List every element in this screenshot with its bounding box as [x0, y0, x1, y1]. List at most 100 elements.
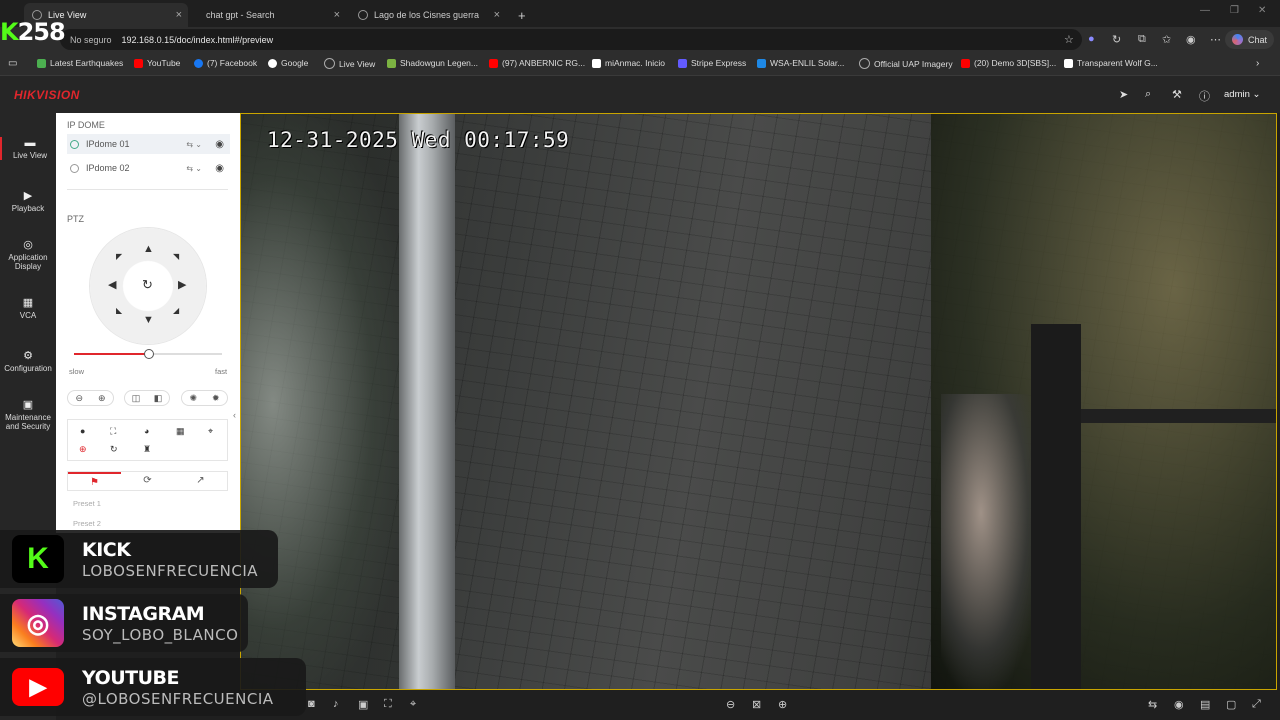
extension-icon[interactable]: ● [1088, 33, 1095, 45]
record-icon[interactable]: ◉ [215, 163, 224, 174]
tab-presets[interactable]: ⚑ [68, 472, 121, 490]
nav-vca[interactable]: ▦ VCA [0, 296, 56, 320]
profile-icon[interactable]: ◉ [1186, 33, 1196, 46]
favorites-icon[interactable]: ✩ [1162, 33, 1171, 46]
capture-all-icon[interactable]: ▤ [1200, 698, 1210, 711]
person-icon[interactable]: ♜ [143, 444, 151, 455]
chevron-down-icon: ⌄ [1252, 89, 1261, 100]
refresh-icon[interactable]: ↻ [1112, 33, 1121, 46]
bookmark-item[interactable]: Live View [324, 58, 375, 69]
preset-item[interactable]: Preset 1 [73, 499, 101, 508]
more-icon[interactable]: ⋯ [1210, 33, 1221, 46]
close-icon[interactable]: × [176, 9, 182, 21]
auto-rotate-icon[interactable]: ↻ [142, 277, 153, 293]
record-all-icon[interactable]: ◉ [1174, 698, 1184, 711]
focus-target-icon[interactable]: ⌖ [410, 698, 416, 711]
ptz-joystick[interactable]: ▲ ▼ ◀ ▶ ◤ ◥ ◣ ◢ ↻ [90, 228, 206, 344]
fullscreen-icon[interactable]: ⤢ [1252, 698, 1261, 711]
tools-icon[interactable]: ⚒ [1172, 88, 1182, 101]
nav-playback[interactable]: ▶ Playback [0, 189, 56, 213]
stream-menu-icon[interactable]: ⇆ ⌄ [186, 140, 202, 149]
bookmark-item[interactable]: (20) Demo 3D[SBS]... [961, 58, 1056, 68]
grid-icon[interactable]: ▦ [176, 426, 185, 437]
chevron-right-icon[interactable]: › [1256, 58, 1259, 69]
arrow-up-left-icon[interactable]: ◤ [116, 252, 122, 261]
refresh-icon[interactable]: ↻ [110, 444, 118, 455]
zoom-out-icon[interactable]: ⊖ [75, 393, 83, 404]
tab-pattern[interactable]: ↗ [174, 472, 227, 490]
bookmark-item[interactable]: YouTube [134, 58, 180, 68]
nav-application-display[interactable]: ◎ Application Display [0, 238, 56, 271]
previous-page-icon[interactable]: ⊖ [726, 698, 735, 711]
microphone-icon[interactable]: ♪ [333, 698, 339, 710]
speed-slider[interactable] [74, 349, 222, 359]
new-tab-button[interactable]: + [510, 3, 530, 27]
bookmark-item[interactable]: Transparent Wolf G... [1064, 58, 1158, 68]
arrow-left-icon[interactable]: ◀ [108, 278, 116, 291]
stream-menu-icon[interactable]: ⇆ ⌄ [186, 164, 202, 173]
iris-open-icon[interactable]: ✹ [212, 393, 220, 404]
bookmark-item[interactable]: Google [268, 58, 308, 68]
document-icon [1064, 58, 1073, 68]
star-icon[interactable]: ☆ [1064, 33, 1074, 46]
speed-knob[interactable] [144, 349, 154, 359]
minimize-icon[interactable]: — [1200, 5, 1210, 16]
search-icon[interactable]: ⌕ [1145, 88, 1151, 101]
record-video-icon[interactable]: ▣ [358, 698, 368, 711]
close-window-icon[interactable]: ✕ [1258, 5, 1266, 16]
camera-item[interactable]: IPdome 01 ⇆ ⌄ ◉ [67, 134, 230, 154]
preset-item[interactable]: Preset 2 [73, 519, 101, 528]
tab-lago[interactable]: Lago de los Cisnes guerra × [350, 3, 506, 27]
iris-close-icon[interactable]: ✺ [189, 393, 197, 404]
nav-maintenance[interactable]: ▣ Maintenance and Security [0, 398, 56, 431]
arrow-down-icon[interactable]: ▼ [143, 314, 154, 326]
arrow-down-right-icon[interactable]: ◢ [173, 306, 179, 315]
split-icon[interactable]: ⧉ [1138, 33, 1146, 46]
focus-frame-icon[interactable]: ⛶ [110, 426, 116, 437]
bookmark-label: WSA-ENLIL Solar... [770, 58, 845, 68]
close-icon[interactable]: × [334, 9, 340, 21]
arrow-right-icon[interactable]: ▶ [178, 278, 186, 291]
camera-label: IPdome 02 [86, 163, 130, 173]
restore-icon[interactable]: ❐ [1230, 5, 1239, 16]
bookmark-item[interactable]: Latest Earthquakes [37, 58, 123, 68]
sidebar-toggle-icon[interactable]: ▭ [8, 58, 17, 69]
next-page-icon[interactable]: ⊕ [778, 698, 787, 711]
bookmark-item[interactable]: WSA-ENLIL Solar... [757, 58, 844, 68]
user-menu[interactable]: admin ⌄ [1224, 89, 1260, 100]
live-video[interactable]: 12-31-2025 Wed 00:17:59 [240, 113, 1277, 690]
wiper-icon[interactable]: ◕ [144, 426, 149, 436]
tab-patrol[interactable]: ⟳ [121, 472, 174, 490]
bookmark-item[interactable]: miAnmac. Inicio [592, 58, 665, 68]
arrow-up-right-icon[interactable]: ◥ [173, 252, 179, 261]
digital-zoom-icon[interactable]: ⛶ [384, 698, 392, 711]
zoom-3d-icon[interactable]: ⊕ [79, 444, 87, 455]
capture-icon[interactable]: ◙ [308, 698, 315, 710]
tracking-icon[interactable]: ⌖ [208, 426, 213, 437]
bookmark-item[interactable]: Shadowgun Legen... [387, 58, 478, 68]
window-layout-icon[interactable]: ▢ [1226, 698, 1236, 711]
chat-button[interactable]: Chat [1224, 30, 1274, 49]
light-icon[interactable]: ● [80, 426, 85, 436]
stop-all-icon[interactable]: ⊠ [752, 698, 761, 711]
collapse-panel-icon[interactable]: ‹ [233, 410, 236, 420]
url-field[interactable]: No seguro 192.168.0.15/doc/index.html#/p… [60, 29, 1082, 50]
send-icon[interactable]: ➤ [1119, 88, 1128, 101]
zoom-in-icon[interactable]: ⊕ [98, 393, 106, 404]
ptz-toggle-icon[interactable]: ⇆ [1148, 698, 1157, 711]
camera-item[interactable]: IPdome 02 ⇆ ⌄ ◉ [67, 158, 230, 178]
tab-chat-gpt[interactable]: chat gpt - Search × [198, 3, 346, 27]
info-icon[interactable]: ⓘ [1199, 88, 1210, 104]
focus-near-icon[interactable]: ◫ [132, 393, 141, 404]
bookmark-item[interactable]: Stripe Express [678, 58, 746, 68]
nav-live-view[interactable]: ▬ Live View [0, 137, 58, 160]
arrow-down-left-icon[interactable]: ◣ [116, 306, 122, 315]
close-icon[interactable]: × [494, 9, 500, 21]
focus-far-icon[interactable]: ◧ [154, 393, 163, 404]
bookmark-item[interactable]: (97) ANBERNIC RG... [489, 58, 585, 68]
arrow-up-icon[interactable]: ▲ [143, 243, 154, 255]
bookmark-item[interactable]: Official UAP Imagery [859, 58, 953, 69]
bookmark-item[interactable]: (7) Facebook [194, 58, 257, 68]
nav-configuration[interactable]: ⚙ Configuration [0, 349, 56, 373]
record-icon[interactable]: ◉ [215, 139, 224, 150]
